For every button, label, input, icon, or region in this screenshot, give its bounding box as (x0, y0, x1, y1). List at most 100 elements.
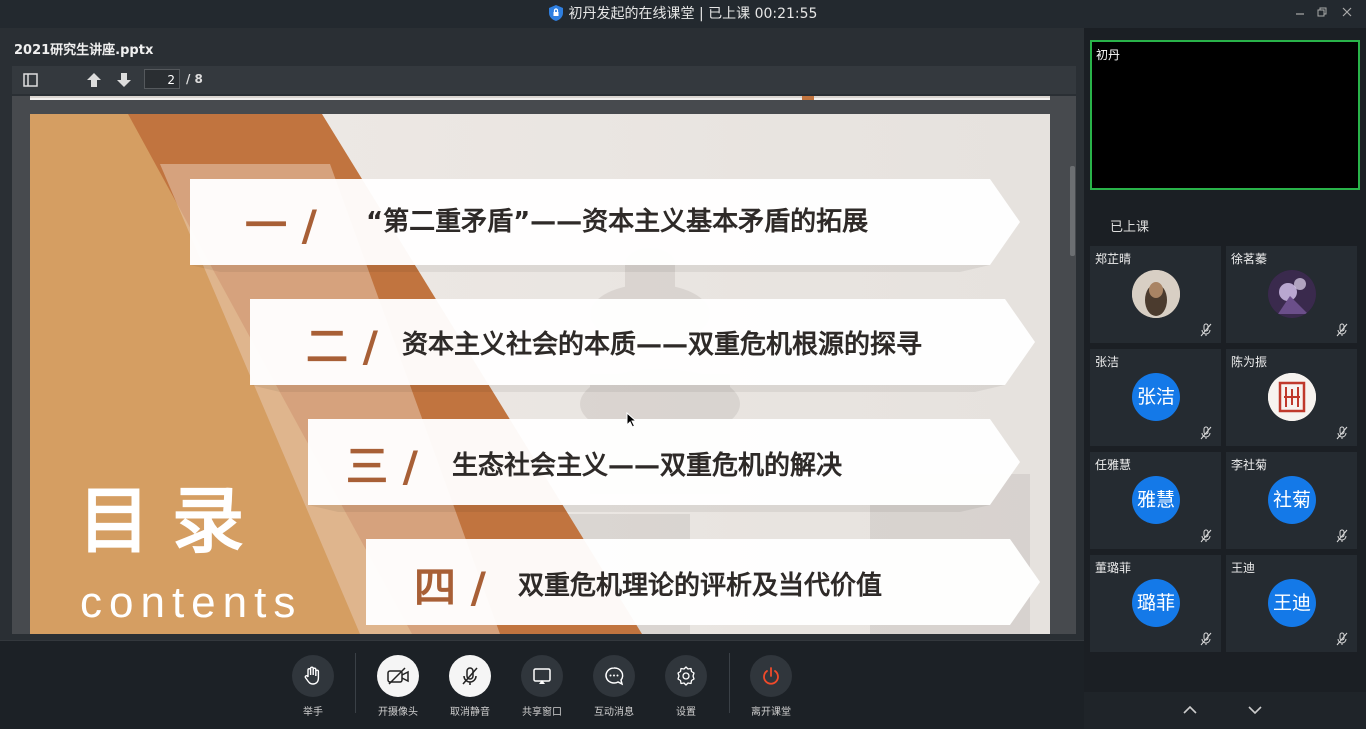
chat-icon (605, 667, 624, 686)
mic-off-icon (462, 667, 478, 685)
participant-tile[interactable]: 陈为振 (1226, 349, 1357, 446)
divider (355, 653, 356, 713)
page-number-input[interactable]: 2 (144, 69, 180, 89)
avatar: 璐菲 (1132, 579, 1180, 627)
share-window-button[interactable]: 共享窗口 (512, 655, 572, 718)
leave-class-label: 离开课堂 (751, 707, 791, 718)
participant-tile[interactable]: 郑芷晴 (1090, 246, 1221, 343)
raise-hand-label: 举手 (303, 707, 323, 718)
divider (729, 653, 730, 713)
unmute-label: 取消静音 (450, 707, 490, 718)
settings-button[interactable]: 设置 (656, 655, 716, 718)
previous-page-edge (30, 96, 1050, 100)
avatar-photo-icon (1268, 270, 1316, 318)
teacher-name: 初丹 (1096, 48, 1121, 62)
camera-off-icon (387, 667, 409, 685)
slide-title: 目录 (78, 478, 267, 563)
participant-tile[interactable]: 董璐菲 璐菲 (1090, 555, 1221, 652)
participant-pager (1084, 692, 1366, 728)
participant-name: 张洁 (1095, 355, 1120, 369)
mic-muted-icon (1200, 632, 1212, 646)
close-button[interactable] (1337, 4, 1357, 22)
participant-name: 董璐菲 (1095, 561, 1132, 575)
settings-label: 设置 (676, 707, 696, 718)
chevron-up-icon[interactable] (1180, 700, 1200, 720)
shield-icon (548, 5, 563, 21)
camera-toggle-button[interactable]: 开摄像头 (368, 655, 428, 718)
class-status: 已上课 (1110, 220, 1150, 235)
next-page-button[interactable] (113, 69, 135, 91)
minimize-icon (1296, 13, 1304, 15)
share-screen-icon (533, 668, 551, 684)
vertical-scrollbar[interactable] (1070, 166, 1075, 256)
toc-item-1: “第二重矛盾”——资本主义基本矛盾的拓展 (366, 207, 869, 237)
sidebar-toggle-button[interactable] (20, 69, 42, 91)
participants-panel: 初丹 已上课 郑芷晴 徐茗蓁 张洁 张洁 陈为振 任雅慧 雅慧 李社菊 社菊 董… (1084, 28, 1366, 728)
page-total: / 8 (186, 72, 203, 86)
classroom-control-bar: 举手 开摄像头 取消静音 共享窗口 互动消息 设置 离开课堂 (0, 640, 1084, 729)
toc-number-1: 一 / (245, 201, 317, 250)
arrow-down-icon (117, 73, 131, 87)
participant-name: 王迪 (1231, 561, 1256, 575)
participant-name: 任雅慧 (1095, 458, 1132, 472)
mic-muted-icon (1336, 632, 1348, 646)
hand-icon (304, 666, 320, 685)
toc-item-2: 资本主义社会的本质——双重危机根源的探寻 (402, 330, 923, 360)
previous-page-button[interactable] (83, 69, 105, 91)
avatar-seal-icon (1268, 373, 1316, 421)
chevron-down-icon[interactable] (1245, 700, 1265, 720)
document-panel: 2021研究生讲座.pptx 2 / 8 一 / “第二重矛盾”——资本主义基本… (0, 28, 1084, 640)
leave-class-button[interactable]: 离开课堂 (741, 655, 801, 718)
mouse-cursor-icon (626, 412, 638, 428)
toc-number-3: 三 / (346, 442, 418, 491)
avatar-photo-icon (1132, 270, 1180, 318)
document-filename: 2021研究生讲座.pptx (14, 43, 154, 58)
participant-tile[interactable]: 王迪 王迪 (1226, 555, 1357, 652)
avatar (1268, 270, 1316, 318)
slide-subtitle: contents (80, 578, 303, 627)
unmute-button[interactable]: 取消静音 (440, 655, 500, 718)
participant-name: 徐茗蓁 (1231, 252, 1268, 266)
mic-muted-icon (1336, 426, 1348, 440)
window-title-wrap: 初丹发起的在线课堂 | 已上课 00:21:55 (0, 0, 1366, 28)
mic-muted-icon (1336, 323, 1348, 337)
raise-hand-button[interactable]: 举手 (283, 655, 343, 718)
participant-tile[interactable]: 李社菊 社菊 (1226, 452, 1357, 549)
power-icon (763, 667, 779, 685)
toc-item-4: 双重危机理论的评析及当代价值 (518, 571, 883, 601)
sidebar-icon (23, 73, 38, 87)
mic-muted-icon (1200, 529, 1212, 543)
interactive-messages-button[interactable]: 互动消息 (584, 655, 644, 718)
camera-toggle-label: 开摄像头 (378, 707, 418, 718)
toc-number-2: 二 / (306, 322, 378, 371)
avatar: 张洁 (1132, 373, 1180, 421)
share-window-label: 共享窗口 (522, 707, 562, 718)
minimize-button[interactable] (1290, 4, 1310, 22)
window-title: 初丹发起的在线课堂 | 已上课 00:21:55 (568, 6, 818, 22)
restore-button[interactable] (1312, 4, 1332, 22)
participant-tile[interactable]: 任雅慧 雅慧 (1090, 452, 1221, 549)
avatar (1268, 373, 1316, 421)
interactive-messages-label: 互动消息 (594, 707, 634, 718)
document-toolbar: 2 / 8 (12, 66, 1076, 94)
participant-tile[interactable]: 张洁 张洁 (1090, 349, 1221, 446)
window-titlebar: 初丹发起的在线课堂 | 已上课 00:21:55 (0, 0, 1366, 28)
participant-tile[interactable]: 徐茗蓁 (1226, 246, 1357, 343)
arrow-up-icon (87, 73, 101, 87)
avatar: 王迪 (1268, 579, 1316, 627)
toc-number-4: 四 / (414, 563, 486, 612)
slide-page: 一 / “第二重矛盾”——资本主义基本矛盾的拓展 二 / 资本主义社会的本质——… (30, 114, 1050, 634)
toc-item-3: 生态社会主义——双重危机的解决 (452, 451, 843, 481)
mic-muted-icon (1200, 323, 1212, 337)
teacher-video[interactable]: 初丹 (1090, 40, 1360, 190)
mic-muted-icon (1200, 426, 1212, 440)
avatar: 社菊 (1268, 476, 1316, 524)
participant-name: 陈为振 (1231, 355, 1268, 369)
participant-name: 郑芷晴 (1095, 252, 1132, 266)
document-viewport[interactable]: 一 / “第二重矛盾”——资本主义基本矛盾的拓展 二 / 资本主义社会的本质——… (12, 96, 1076, 634)
avatar (1132, 270, 1180, 318)
participant-name: 李社菊 (1231, 458, 1268, 472)
avatar: 雅慧 (1132, 476, 1180, 524)
mic-muted-icon (1336, 529, 1348, 543)
restore-icon (1317, 7, 1327, 17)
